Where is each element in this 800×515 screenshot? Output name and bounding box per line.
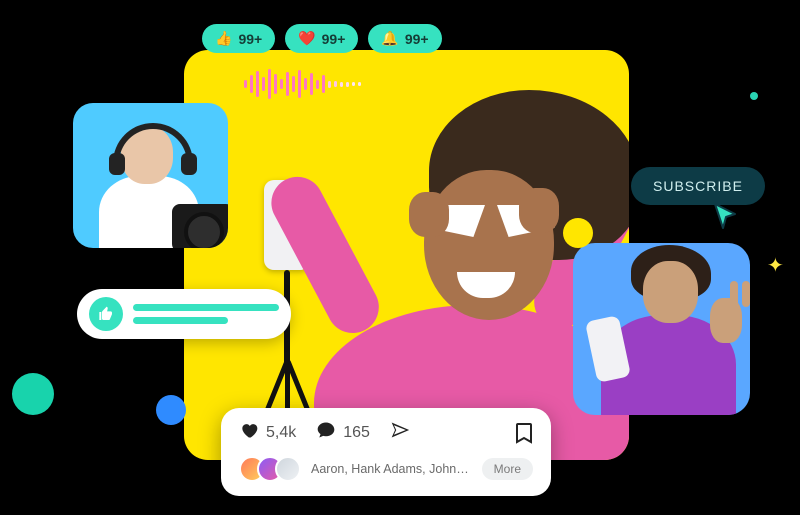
placeholder-lines [133, 304, 279, 324]
camera-icon [172, 204, 228, 248]
subscribe-button[interactable]: SUBSCRIBE [631, 167, 765, 205]
creator-card-left [73, 103, 228, 248]
hero-card [184, 50, 629, 460]
avatar [275, 456, 301, 482]
headphones-icon [113, 123, 193, 167]
more-button[interactable]: More [482, 458, 533, 480]
badge-heart: ❤️ 99+ [285, 24, 358, 53]
heart-icon: ❤️ [298, 30, 315, 47]
cursor-icon [713, 202, 739, 230]
badge-count: 99+ [238, 31, 262, 47]
audio-waveform-icon [244, 68, 361, 100]
reaction-badges: 👍 99+ ❤️ 99+ 🔔 99+ [202, 24, 442, 53]
heart-icon [239, 420, 259, 446]
decoration-dot [156, 395, 186, 425]
decoration-dot [563, 218, 593, 248]
share-button[interactable] [390, 420, 410, 446]
share-icon [390, 420, 410, 446]
bookmark-icon [515, 422, 533, 444]
comments-count[interactable]: 165 [316, 420, 370, 446]
engagement-bar: 5,4k 165 [221, 408, 551, 496]
badge-count: 99+ [322, 31, 346, 47]
badge-count: 99+ [405, 31, 429, 47]
thumbs-up-icon: 👍 [215, 30, 232, 47]
liked-by-avatars [239, 456, 301, 482]
decoration-dot [750, 92, 758, 100]
likes-count[interactable]: 5,4k [239, 420, 296, 446]
creator-card-right [573, 243, 750, 415]
liked-by-text: Aaron, Hank Adams, John, William... [311, 462, 472, 476]
likes-value: 5,4k [266, 424, 296, 442]
bell-icon: 🔔 [381, 30, 398, 47]
promo-stage: 👍 99+ ❤️ 99+ 🔔 99+ [0, 0, 800, 515]
comments-value: 165 [343, 424, 370, 442]
comment-icon [316, 420, 336, 446]
sparkle-icon: ✦ [767, 253, 784, 278]
bookmark-button[interactable] [515, 422, 533, 444]
decoration-dot [12, 373, 54, 415]
like-bubble [77, 289, 291, 339]
badge-thumbs-up: 👍 99+ [202, 24, 275, 53]
badge-bell: 🔔 99+ [368, 24, 441, 53]
thumbs-up-icon [89, 297, 123, 331]
